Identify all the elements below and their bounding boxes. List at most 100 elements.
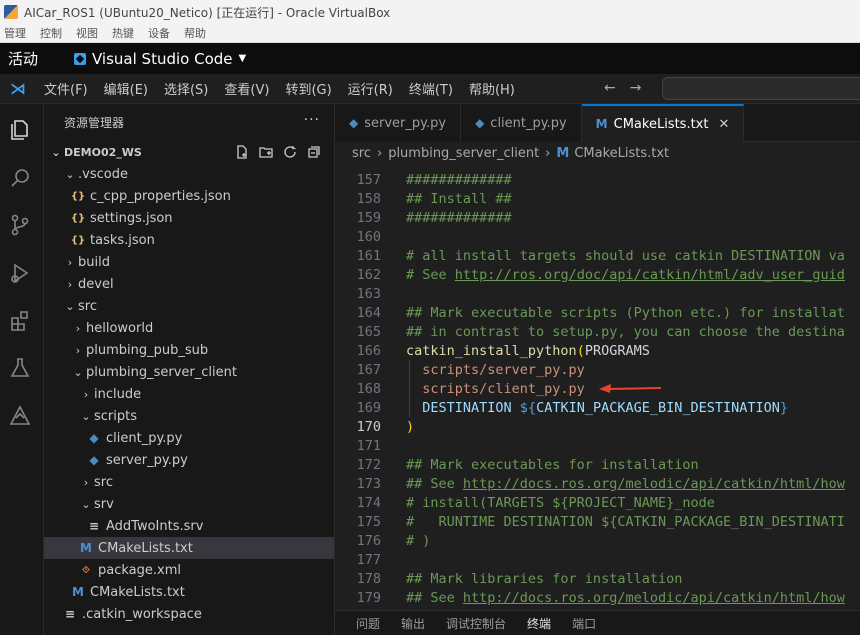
virtualbox-titlebar: AICar_ROS1 (UBuntu20_Netico) [正在运行] - Or… <box>0 0 860 24</box>
tree-folder[interactable]: › include <box>44 383 334 405</box>
tab-cmakelists[interactable]: M CMakeLists.txt ✕ <box>581 104 745 142</box>
panel-tab-ports[interactable]: 端口 <box>572 615 596 632</box>
chevron-down-icon: ⌄ <box>51 145 61 159</box>
search-icon[interactable] <box>8 166 32 190</box>
new-folder-icon[interactable] <box>258 144 274 160</box>
chevron-right-icon: › <box>376 145 383 161</box>
tree-file[interactable]: M CMakeLists.txt <box>44 581 334 603</box>
tree-file[interactable]: ◆ client_py.py <box>44 427 334 449</box>
code-text: ## See http://docs.ros.org/melodic/api/c… <box>406 475 845 492</box>
vbox-menu-manage[interactable]: 管理 <box>4 25 26 41</box>
tree-item-label: AddTwoInts.srv <box>106 518 204 534</box>
source-control-icon[interactable] <box>8 213 32 237</box>
app-menu-button[interactable]: Visual Studio Code ▼ <box>74 50 246 68</box>
command-center-search[interactable] <box>662 77 860 100</box>
tree-item-label: devel <box>78 276 114 292</box>
tree-file[interactable]: M CMakeLists.txt <box>44 537 334 559</box>
tree-folder[interactable]: ⌄ scripts <box>44 405 334 427</box>
menu-terminal[interactable]: 终端(T) <box>401 79 461 98</box>
text-file-icon: ≡ <box>88 519 100 533</box>
vbox-menu-devices[interactable]: 设备 <box>148 25 170 41</box>
breadcrumb-item[interactable]: src <box>352 146 371 161</box>
code-line: 158 ## Install ## <box>335 189 860 208</box>
code-text: ############# <box>406 171 512 188</box>
tree-file[interactable]: {} settings.json <box>44 207 334 229</box>
tab-label: server_py.py <box>364 115 447 131</box>
run-debug-icon[interactable] <box>8 261 32 285</box>
vbox-menu-control[interactable]: 控制 <box>40 25 62 41</box>
line-number: 177 <box>356 551 381 568</box>
line-number: 173 <box>356 475 381 492</box>
breadcrumb-item[interactable]: CMakeLists.txt <box>574 146 669 161</box>
line-number: 164 <box>356 304 381 321</box>
menu-help[interactable]: 帮助(H) <box>461 79 523 98</box>
code-line: 157 ############# <box>335 170 860 189</box>
menu-file[interactable]: 文件(F) <box>36 79 96 98</box>
close-icon[interactable]: ✕ <box>718 117 729 132</box>
line-number: 166 <box>356 342 381 359</box>
tree-file[interactable]: {} c_cpp_properties.json <box>44 185 334 207</box>
vbox-menu-view[interactable]: 视图 <box>76 25 98 41</box>
new-file-icon[interactable] <box>234 144 250 160</box>
panel-tab-debug-console[interactable]: 调试控制台 <box>446 615 506 632</box>
breadcrumb: src › plumbing_server_client › M CMakeLi… <box>335 142 860 164</box>
tree-folder[interactable]: ⌄ src <box>44 295 334 317</box>
tree-folder[interactable]: › helloworld <box>44 317 334 339</box>
menu-edit[interactable]: 编辑(E) <box>96 79 156 98</box>
breadcrumb-item[interactable]: plumbing_server_client <box>388 146 539 161</box>
testing-flask-icon[interactable] <box>8 356 32 380</box>
tree-file[interactable]: ≡ AddTwoInts.srv <box>44 515 334 537</box>
forward-arrow-icon[interactable]: → <box>630 80 656 96</box>
vbox-menu-hotkey[interactable]: 热键 <box>112 25 134 41</box>
tree-file[interactable]: ⟐ package.xml <box>44 559 334 581</box>
tree-folder[interactable]: › devel <box>44 273 334 295</box>
tab-server-py[interactable]: ◆ server_py.py <box>335 104 462 142</box>
panel-tab-output[interactable]: 输出 <box>401 615 425 632</box>
python-icon: ◆ <box>349 116 359 130</box>
cmake-icon: M <box>556 145 570 161</box>
vscode-small-icon <box>74 52 86 65</box>
python-icon: ◆ <box>89 431 99 445</box>
menu-run[interactable]: 运行(R) <box>340 79 401 98</box>
activities-button[interactable]: 活动 <box>8 48 68 69</box>
cmake-icon: M <box>595 117 608 131</box>
vbox-menu-help[interactable]: 帮助 <box>184 25 206 41</box>
code-editor[interactable]: 157 ############# 158 ## Install ## 159 #####… <box>335 164 860 610</box>
indent-guide <box>409 360 410 417</box>
line-number: 167 <box>356 361 381 378</box>
tree-item-label: .catkin_workspace <box>82 606 202 622</box>
tree-folder[interactable]: › build <box>44 251 334 273</box>
panel-tab-terminal[interactable]: 终端 <box>527 615 551 632</box>
code-line: 167 scripts/server_py.py <box>335 360 860 379</box>
tree-folder[interactable]: › plumbing_pub_sub <box>44 339 334 361</box>
more-actions-icon[interactable]: ··· <box>304 112 320 128</box>
tab-client-py[interactable]: ◆ client_py.py <box>461 104 582 142</box>
line-number: 158 <box>356 190 381 207</box>
back-arrow-icon[interactable]: ← <box>604 80 630 96</box>
tree-item-label: c_cpp_properties.json <box>90 188 231 204</box>
tree-folder[interactable]: ⌄ srv <box>44 493 334 515</box>
menu-go[interactable]: 转到(G) <box>277 79 339 98</box>
code-line: 164 ## Mark executable scripts (Python et… <box>335 303 860 322</box>
tree-item-label: settings.json <box>90 210 173 226</box>
collapse-all-icon[interactable] <box>306 144 322 160</box>
ros-extension-icon[interactable] <box>8 404 32 428</box>
tree-item-label: .vscode <box>78 166 128 182</box>
code-text: scripts/server_py.py <box>406 361 585 378</box>
tree-folder[interactable]: › src <box>44 471 334 493</box>
line-number: 160 <box>356 228 381 245</box>
panel-tab-problems[interactable]: 问题 <box>356 615 380 632</box>
tree-file[interactable]: {} tasks.json <box>44 229 334 251</box>
code-line: 179 ## See http://docs.ros.org/melodic/ap… <box>335 588 860 607</box>
tree-file[interactable]: ◆ server_py.py <box>44 449 334 471</box>
tree-folder[interactable]: ⌄ plumbing_server_client <box>44 361 334 383</box>
tree-file[interactable]: ≡ .catkin_workspace <box>44 603 334 625</box>
code-line: 163 <box>335 284 860 303</box>
line-number: 179 <box>356 589 381 606</box>
extensions-icon[interactable] <box>8 309 32 333</box>
explorer-icon[interactable] <box>8 118 32 142</box>
refresh-icon[interactable] <box>282 144 298 160</box>
menu-view[interactable]: 查看(V) <box>216 79 277 98</box>
tree-folder[interactable]: ⌄ .vscode <box>44 163 334 185</box>
menu-selection[interactable]: 选择(S) <box>156 79 216 98</box>
